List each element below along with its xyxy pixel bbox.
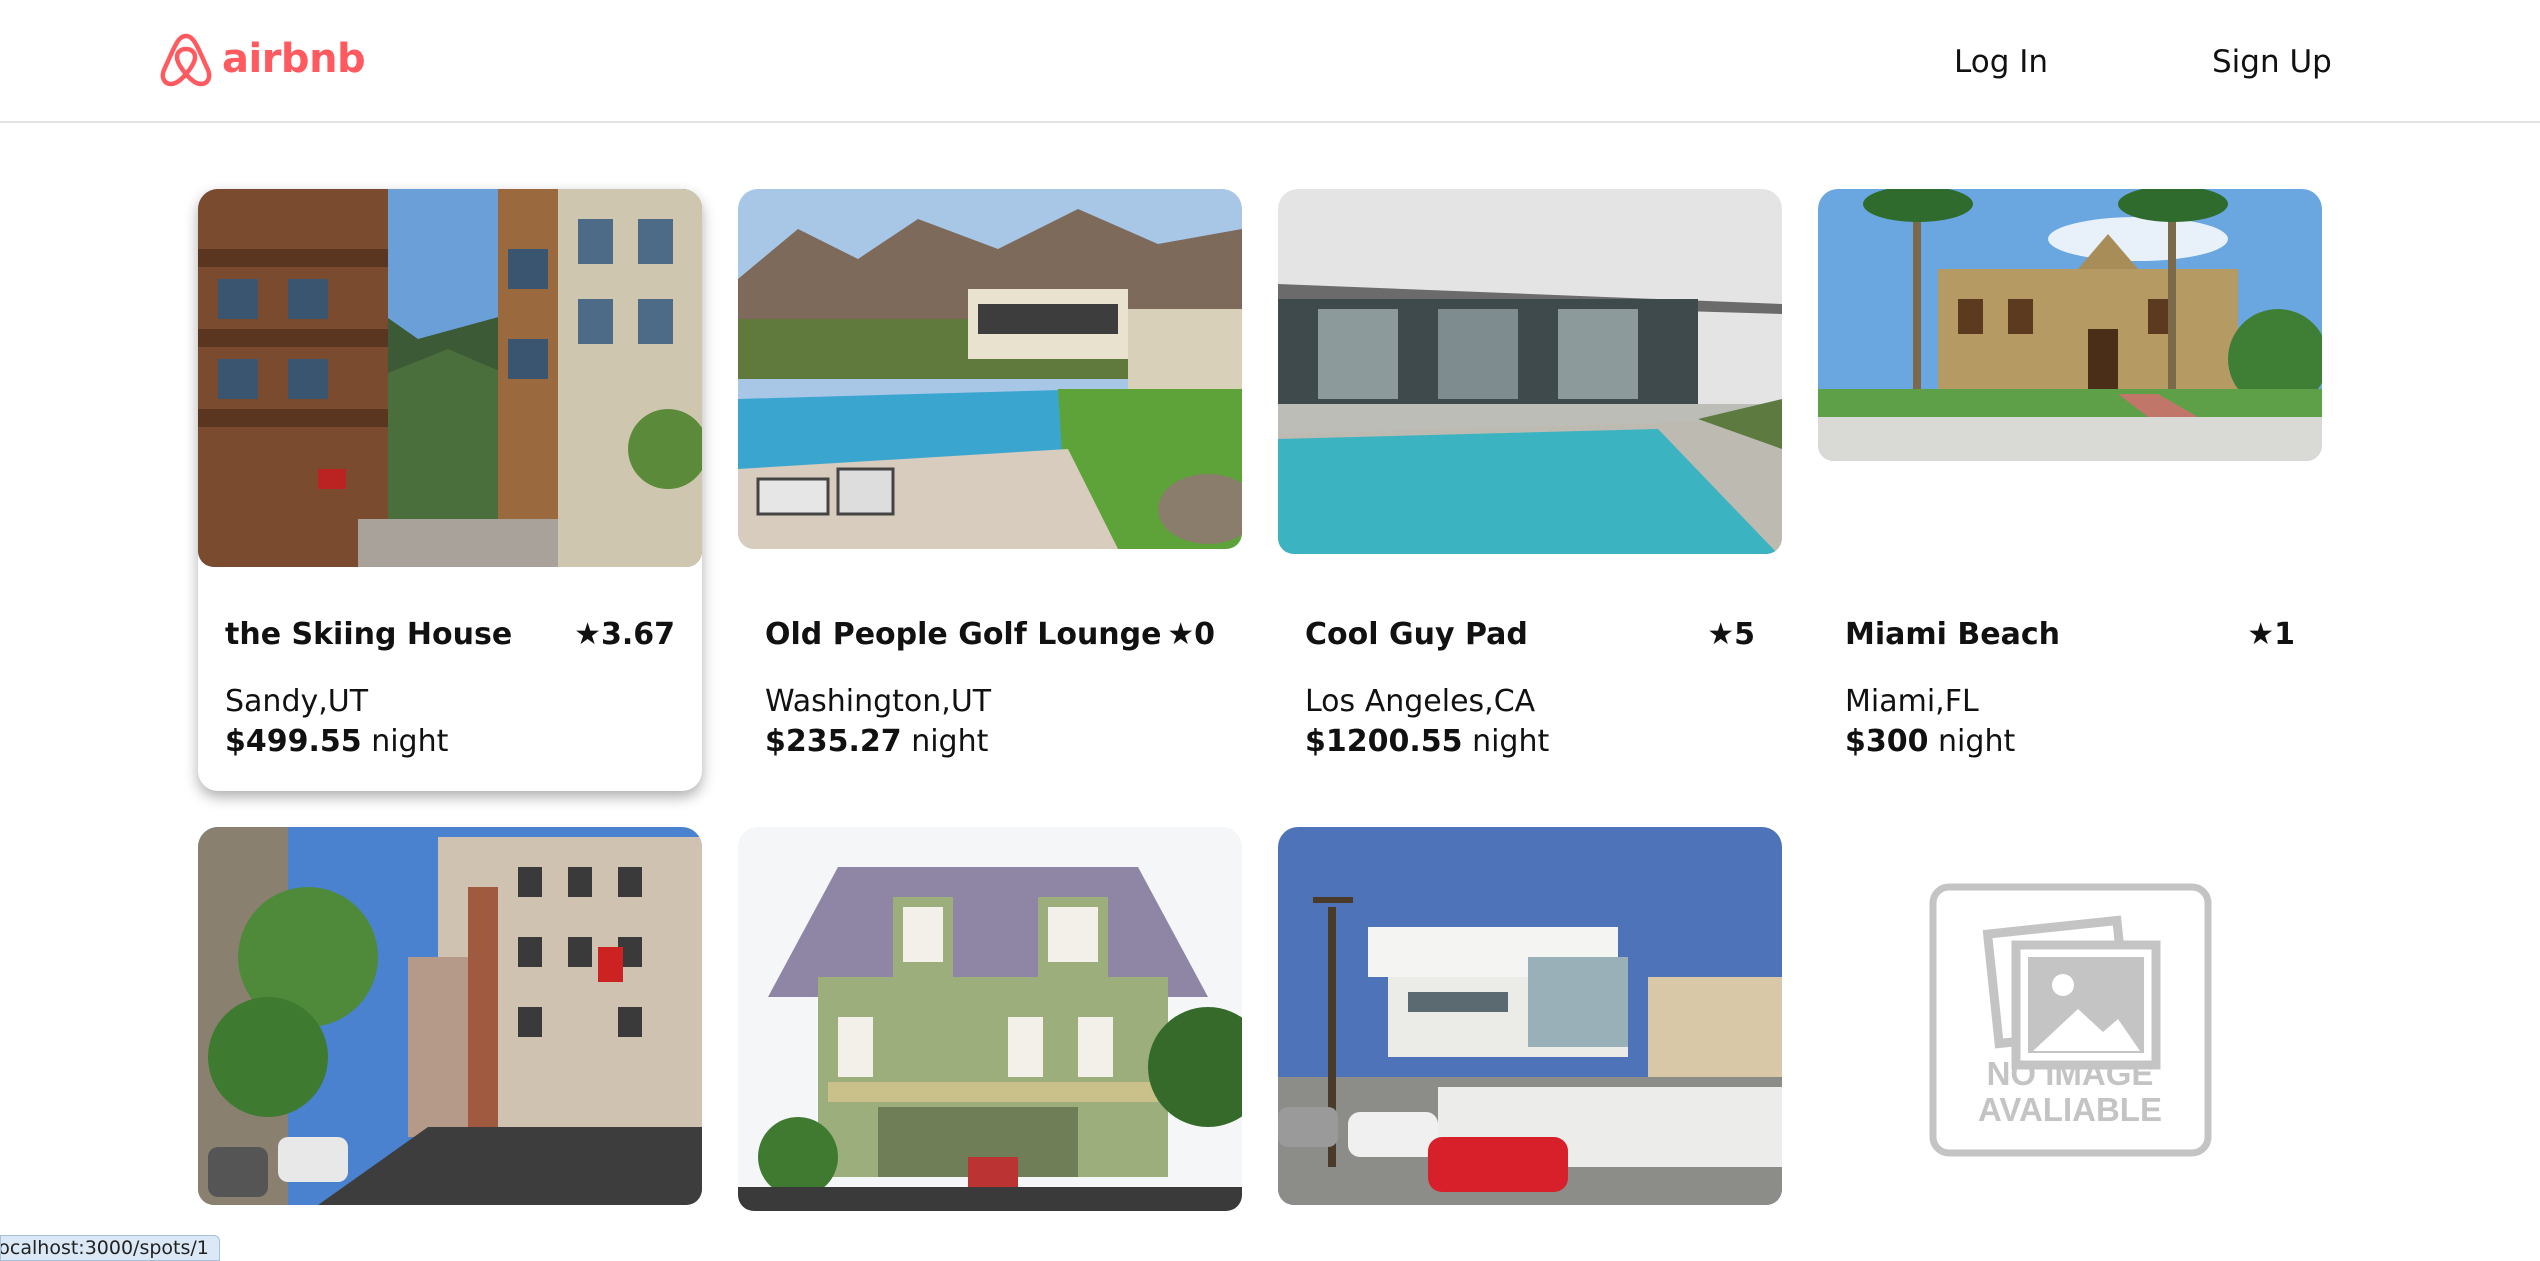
spot-title: Cool Guy Pad	[1305, 617, 1528, 652]
spot-card[interactable]: Cool Guy Pad ★5 Los Angeles,CA $1200.55 …	[1278, 189, 1782, 791]
spot-title: Old People Golf Lounge	[765, 617, 1162, 652]
top-nav-bar: airbnb Log In Sign Up	[0, 0, 2540, 123]
price-unit: night	[1472, 724, 1550, 759]
placeholder-line-2: AVALIABLE	[1978, 1091, 2162, 1128]
spot-card[interactable]: the Skiing House ★3.67 Sandy,UT $499.55 …	[198, 189, 702, 791]
brand-name: airbnb	[222, 36, 366, 82]
login-link[interactable]: Log In	[1954, 44, 2048, 80]
spot-card[interactable]	[1278, 827, 1782, 1207]
spot-card[interactable]: NO IMAGE AVALIABLE	[1818, 827, 2322, 1207]
spot-title: Miami Beach	[1845, 617, 2060, 652]
signup-link[interactable]: Sign Up	[2212, 44, 2332, 80]
spot-image	[1818, 189, 2322, 461]
spot-rating: ★5	[1707, 617, 1755, 652]
no-image-placeholder-icon: NO IMAGE AVALIABLE	[1818, 827, 2322, 1207]
spot-location: Los Angeles,CA	[1305, 684, 1536, 719]
spot-title: the Skiing House	[225, 617, 513, 652]
price-unit: night	[371, 724, 449, 759]
price-amount: $1200.55	[1305, 724, 1463, 759]
price-unit: night	[911, 724, 989, 759]
price-amount: $499.55	[225, 724, 362, 759]
spot-image	[738, 189, 1242, 549]
spot-price: $235.27 night	[765, 724, 988, 759]
placeholder-line-1: NO IMAGE	[1987, 1055, 2154, 1092]
spot-card[interactable]	[198, 827, 702, 1207]
spot-image: NO IMAGE AVALIABLE	[1818, 827, 2322, 1207]
spot-card[interactable]	[738, 827, 1242, 1211]
spot-image	[1278, 827, 1782, 1205]
spot-image	[198, 189, 702, 567]
airbnb-belo-icon	[160, 33, 212, 87]
spot-image	[738, 827, 1242, 1211]
price-amount: $235.27	[765, 724, 902, 759]
spot-price: $300 night	[1845, 724, 2015, 759]
spot-rating: ★3.67	[574, 617, 675, 652]
link-status-bar: localhost:3000/spots/1	[0, 1235, 220, 1261]
spot-rating: ★0	[1167, 617, 1215, 652]
spot-rating: ★1	[2247, 617, 2295, 652]
spot-card[interactable]: Miami Beach ★1 Miami,FL $300 night	[1818, 189, 2322, 791]
price-unit: night	[1938, 724, 2016, 759]
spot-location: Washington,UT	[765, 684, 992, 719]
spot-card[interactable]: Old People Golf Lounge ★0 Washington,UT …	[738, 189, 1242, 791]
price-amount: $300	[1845, 724, 1929, 759]
airbnb-logo[interactable]: airbnb	[158, 30, 366, 88]
spot-price: $499.55 night	[225, 724, 448, 759]
spot-location: Miami,FL	[1845, 684, 1979, 719]
spot-location: Sandy,UT	[225, 684, 369, 719]
spot-price: $1200.55 night	[1305, 724, 1549, 759]
spot-image	[198, 827, 702, 1205]
spot-image	[1278, 189, 1782, 554]
